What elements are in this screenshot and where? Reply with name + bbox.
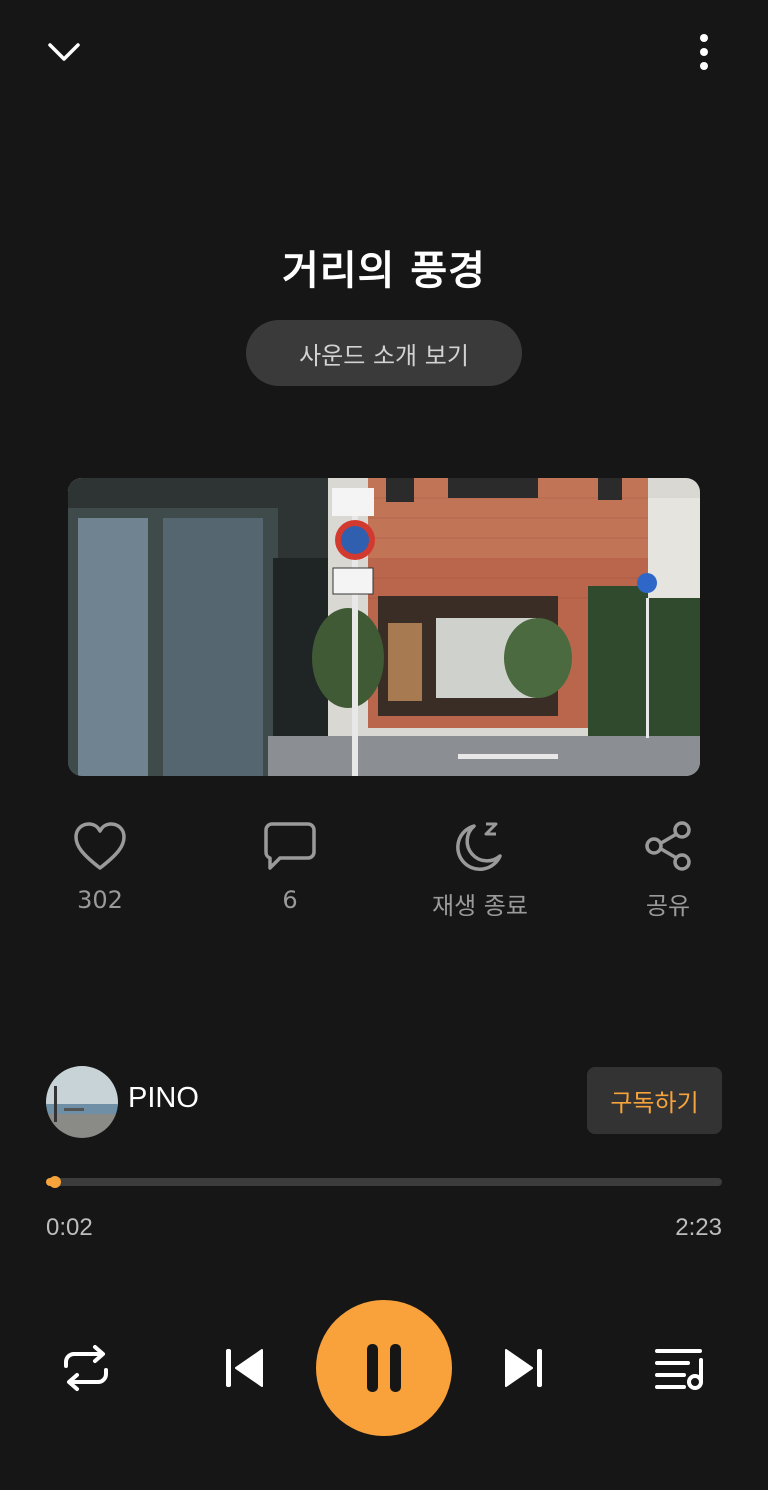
total-time: 2:23 <box>675 1214 722 1241</box>
album-artwork <box>68 478 700 776</box>
more-vertical-icon <box>700 34 708 70</box>
comment-count: 6 <box>282 886 298 914</box>
play-pause-button[interactable] <box>316 1300 452 1436</box>
share-label: 공유 <box>645 892 691 920</box>
skip-next-icon <box>505 1349 542 1387</box>
previous-button[interactable] <box>214 1338 274 1398</box>
progress-bar[interactable] <box>46 1176 722 1188</box>
like-count: 302 <box>77 886 123 914</box>
repeat-icon <box>64 1345 108 1391</box>
artist-name[interactable]: PINO <box>128 1082 199 1115</box>
skip-previous-icon <box>226 1349 263 1387</box>
more-options-button[interactable] <box>684 28 724 76</box>
sleep-timer-action[interactable]: 재생 종료 <box>410 820 550 921</box>
share-icon <box>645 821 691 871</box>
moon-sleep-icon <box>456 822 502 871</box>
pause-icon <box>367 1344 401 1392</box>
like-action[interactable]: 302 <box>30 820 170 914</box>
sound-intro-button[interactable]: 사운드 소개 보기 <box>246 320 522 386</box>
top-bar <box>0 0 768 100</box>
sleep-timer-label: 재생 종료 <box>432 892 528 920</box>
next-button[interactable] <box>494 1338 554 1398</box>
playlist-button[interactable] <box>650 1338 712 1398</box>
comment-icon <box>264 822 316 870</box>
repeat-button[interactable] <box>56 1338 116 1398</box>
collapse-button[interactable] <box>40 28 88 76</box>
progress-thumb[interactable] <box>49 1176 62 1188</box>
subscribe-button[interactable]: 구독하기 <box>587 1067 722 1134</box>
current-time: 0:02 <box>46 1214 93 1241</box>
chevron-down-icon <box>48 43 80 61</box>
heart-icon <box>74 822 126 870</box>
share-action[interactable]: 공유 <box>598 820 738 921</box>
playlist-icon <box>655 1349 703 1390</box>
artist-avatar[interactable] <box>46 1066 118 1138</box>
comment-action[interactable]: 6 <box>220 820 360 914</box>
track-title: 거리의 풍경 <box>282 248 486 294</box>
